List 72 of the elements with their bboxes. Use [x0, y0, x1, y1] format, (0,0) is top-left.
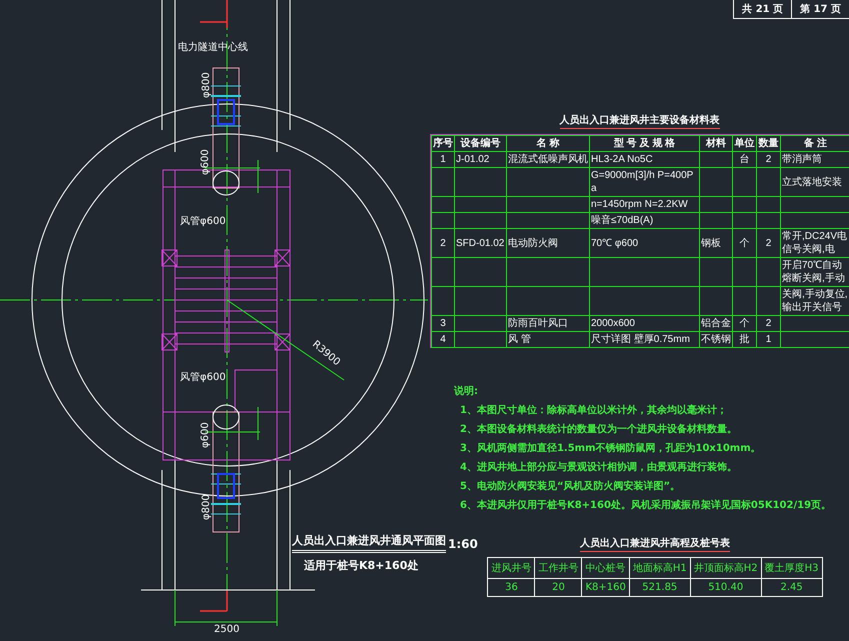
- table-cell: 电动防火阀: [506, 228, 590, 258]
- table-cell: 3: [432, 316, 454, 332]
- note-text: 1、本图尺寸单位：除标高单位以米计外，其余均以毫米计；: [460, 403, 728, 417]
- dimension-label: 2500: [214, 624, 240, 635]
- table-cell: 个: [732, 316, 756, 332]
- table-cell: 20: [534, 578, 582, 596]
- table-cell: 510.40: [690, 578, 762, 596]
- table-cell: 混流式低噪声风机: [506, 152, 590, 168]
- table-header-cell: 备 注: [780, 136, 849, 152]
- dimension-label: φ800: [201, 72, 212, 98]
- note-text: 2、本图设备材料表统计的数量仅为一个进风井设备材料数量。: [460, 422, 738, 436]
- table-cell: 不锈钢: [700, 332, 732, 348]
- table-cell: 2.45: [761, 578, 822, 596]
- table-header-cell: 材料: [700, 136, 732, 152]
- table-cell: 521.85: [629, 578, 690, 596]
- table-cell: 防雨百叶风口: [506, 316, 590, 332]
- table-header-cell: 名 称: [506, 136, 590, 152]
- table-header-cell: 设备编号: [454, 136, 506, 152]
- table-cell: 36: [488, 578, 535, 596]
- table-cell: 关阀,手动复位,输出开关信号: [780, 286, 849, 316]
- table-cell: 1: [432, 152, 454, 168]
- table-cell: 台: [732, 152, 756, 168]
- note-text: 3、风机两侧需加直径1.5mm不锈钢防鼠网，孔距为10x10mm。: [460, 442, 762, 455]
- table-cell: 钢板: [700, 228, 732, 258]
- table-cell: 2: [756, 228, 780, 258]
- table-cell: 2: [756, 152, 780, 168]
- table-header-cell: 数量: [756, 136, 780, 152]
- dimension-label: 风管φ600: [180, 216, 226, 227]
- table-cell: 尺寸详图 壁厚0.75mm: [590, 332, 700, 348]
- notes-title: 说明:: [454, 384, 479, 398]
- table-cell: SFD-01.02: [454, 228, 506, 258]
- drawing-subtitle: 适用于桩号K8+160处: [304, 558, 418, 574]
- note-text: 6、本进风井仅用于桩号K8+160处。风机采用减振吊架详见国标05K102/19页。: [460, 498, 832, 512]
- table-cell: 风 管: [506, 332, 590, 348]
- table-cell: HL3-2A No5C: [590, 152, 700, 168]
- drawing-title: 人员出入口兼进风井通风平面图: [292, 533, 446, 552]
- table-cell: J-01.02: [454, 152, 506, 168]
- dimension-label: φ600: [200, 422, 211, 448]
- page-number: 共 21 页: [741, 2, 784, 17]
- table-cell: 2: [756, 316, 780, 332]
- dimension-label: 风管φ600: [180, 372, 226, 383]
- table-cell: 批: [732, 332, 756, 348]
- table-header-cell: 工作井号: [534, 558, 582, 578]
- table-header-cell: 覆土厚度H3: [761, 558, 822, 578]
- table-cell: 2: [432, 228, 454, 258]
- table-header-cell: 中心桩号: [582, 558, 630, 578]
- dimension-label: φ600: [200, 149, 211, 175]
- table-cell: K8+160: [582, 578, 630, 596]
- drawing-scale: 1:60: [448, 536, 478, 552]
- table-title: 人员出入口兼进风井高程及桩号表: [580, 536, 730, 552]
- table-header-cell: 进风井号: [488, 558, 535, 578]
- table-cell: 70℃ φ600: [590, 228, 700, 258]
- table-cell: 铝合金: [700, 316, 732, 332]
- table-cell: 2000x600: [590, 316, 700, 332]
- table-cell: n=1450rpm N=2.2KW: [590, 196, 700, 212]
- table-header-cell: 单位: [732, 136, 756, 152]
- table-title: 人员出入口兼进风井主要设备材料表: [560, 113, 720, 129]
- table-header-cell: 井顶面标高H2: [690, 558, 762, 578]
- table-header-cell: 型 号 及 规 格: [590, 136, 700, 152]
- note-text: 4、进风井地上部分应与景观设计相协调，由景观再进行装饰。: [460, 460, 738, 474]
- table-cell: 开启70℃自动熔断关阀,手动: [780, 258, 849, 286]
- dimension-label: φ800: [201, 494, 212, 520]
- table-cell: 4: [432, 332, 454, 348]
- table-cell: 个: [732, 228, 756, 258]
- table-cell: 带消声筒: [780, 152, 849, 168]
- note-text: 5、电动防火阀安装见“风机及防火阀安装详图”。: [460, 479, 682, 493]
- table-cell: 常开,DC24V电信号关阀,电: [780, 228, 849, 258]
- table-cell: 1: [756, 332, 780, 348]
- page-number: 第 17 页: [791, 0, 849, 18]
- table-cell: 噪音≤70dB(A): [590, 212, 700, 228]
- table-header-cell: 序号: [432, 136, 454, 152]
- table-header-cell: 地面标高H1: [629, 558, 690, 578]
